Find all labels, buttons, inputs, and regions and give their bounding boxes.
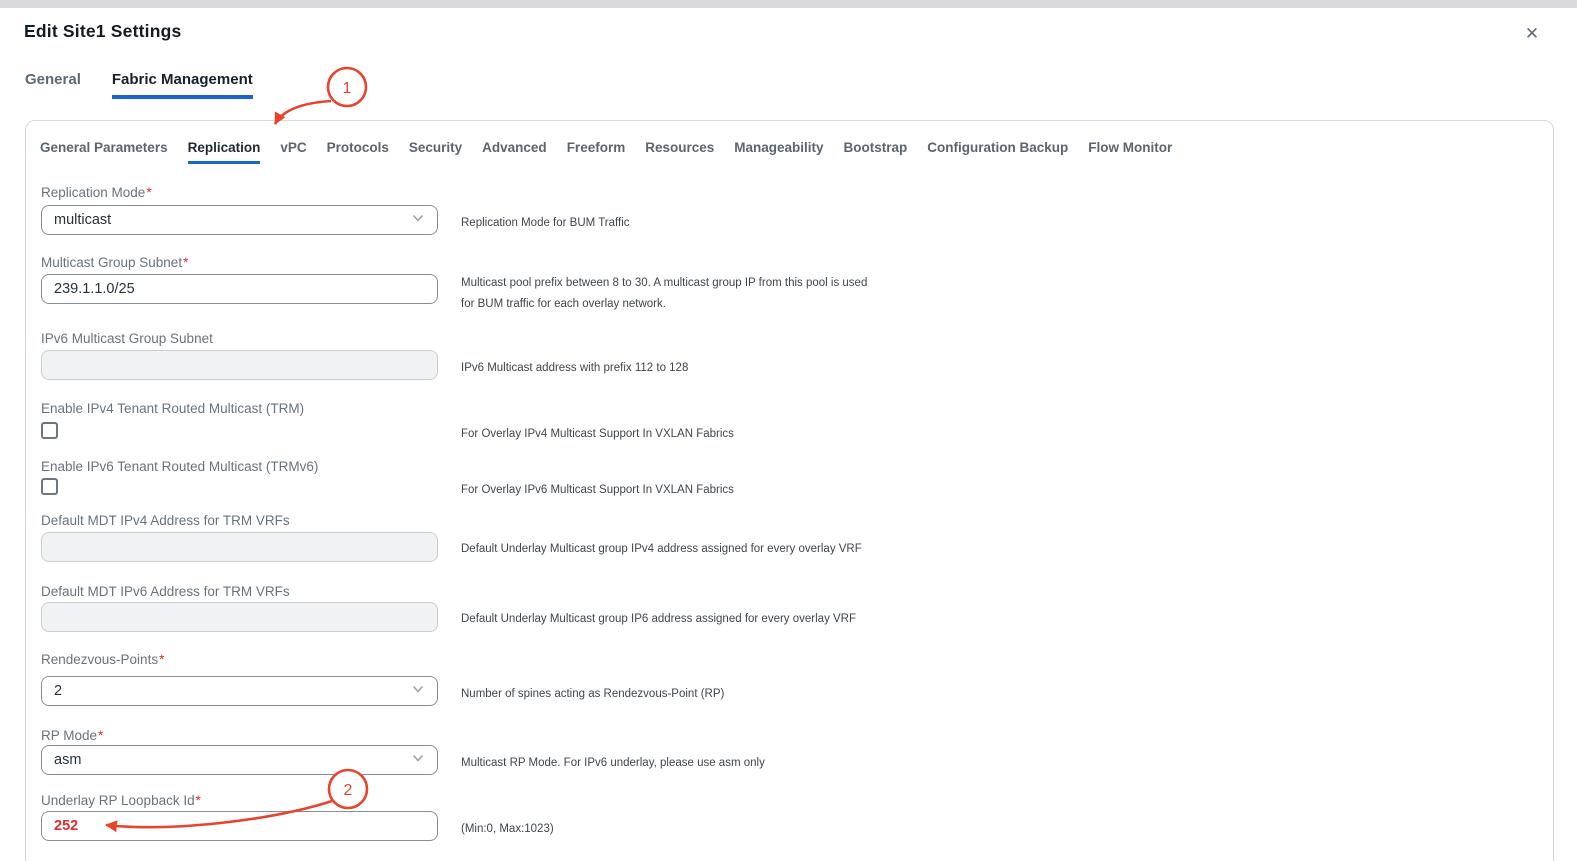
subtab-freeform[interactable]: Freeform	[567, 140, 626, 164]
rp-mode-value: asm	[54, 752, 81, 768]
default-mdt-ipv4-help: Default Underlay Multicast group IPv4 ad…	[461, 539, 891, 560]
ipv6-multicast-group-subnet-help: IPv6 Multicast address with prefix 112 t…	[461, 358, 891, 379]
subtab-configuration-backup[interactable]: Configuration Backup	[927, 140, 1068, 164]
underlay-rp-loopback-id-input[interactable]	[41, 811, 438, 841]
enable-ipv6-trm-checkbox[interactable]	[41, 478, 58, 495]
replication-mode-value: multicast	[54, 212, 111, 228]
subtab-flow-monitor[interactable]: Flow Monitor	[1088, 140, 1172, 164]
chevron-down-icon	[411, 751, 425, 770]
default-mdt-ipv6-help: Default Underlay Multicast group IP6 add…	[461, 609, 891, 630]
subtab-manageability[interactable]: Manageability	[734, 140, 823, 164]
replication-mode-help: Replication Mode for BUM Traffic	[461, 213, 891, 234]
enable-ipv4-trm-help: For Overlay IPv4 Multicast Support In VX…	[461, 424, 891, 445]
subtab-protocols[interactable]: Protocols	[327, 140, 389, 164]
underlay-rp-loopback-id-label: Underlay RP Loopback Id*	[41, 793, 201, 808]
rendezvous-points-select[interactable]: 2	[41, 676, 438, 706]
subtab-bootstrap[interactable]: Bootstrap	[844, 140, 908, 164]
enable-ipv6-trm-label: Enable IPv6 Tenant Routed Multicast (TRM…	[41, 459, 319, 474]
fabric-settings-panel: General Parameters Replication vPC Proto…	[25, 120, 1554, 861]
underlay-rp-loopback-id-help: (Min:0, Max:1023)	[461, 819, 891, 840]
subtab-replication[interactable]: Replication	[188, 140, 261, 164]
background-top-strip	[0, 0, 1577, 8]
rendezvous-points-value: 2	[54, 683, 62, 699]
default-mdt-ipv6-input[interactable]	[41, 602, 438, 632]
main-tabs: General Fabric Management	[25, 71, 253, 99]
enable-ipv4-trm-checkbox[interactable]	[41, 422, 58, 439]
default-mdt-ipv6-label: Default MDT IPv6 Address for TRM VRFs	[41, 584, 291, 599]
enable-ipv6-trm-help: For Overlay IPv6 Multicast Support In VX…	[461, 480, 891, 501]
subtab-security[interactable]: Security	[409, 140, 462, 164]
default-mdt-ipv4-label: Default MDT IPv4 Address for TRM VRFs	[41, 513, 291, 528]
chevron-down-icon	[411, 682, 425, 701]
subtab-general-parameters[interactable]: General Parameters	[40, 140, 168, 164]
annotation-number-1: 1	[343, 80, 352, 97]
subtab-advanced[interactable]: Advanced	[482, 140, 547, 164]
replication-mode-select[interactable]: multicast	[41, 205, 438, 235]
chevron-down-icon	[411, 211, 425, 230]
subtab-vpc[interactable]: vPC	[280, 140, 306, 164]
ipv6-multicast-group-subnet-label: IPv6 Multicast Group Subnet	[41, 331, 214, 346]
rp-mode-select[interactable]: asm	[41, 745, 438, 775]
modal-title: Edit Site1 Settings	[24, 21, 181, 42]
rp-mode-label: RP Mode*	[41, 728, 103, 743]
annotation-circle-1	[328, 68, 366, 106]
enable-ipv4-trm-label: Enable IPv4 Tenant Routed Multicast (TRM…	[41, 401, 305, 416]
default-mdt-ipv4-input[interactable]	[41, 532, 438, 562]
tab-fabric-management[interactable]: Fabric Management	[112, 71, 253, 99]
tab-general[interactable]: General	[25, 71, 81, 99]
close-icon[interactable]: ✕	[1518, 20, 1546, 48]
rendezvous-points-label: Rendezvous-Points*	[41, 652, 164, 667]
fabric-subtabs: General Parameters Replication vPC Proto…	[40, 140, 1172, 164]
rp-mode-help: Multicast RP Mode. For IPv6 underlay, pl…	[461, 753, 891, 774]
ipv6-multicast-group-subnet-input[interactable]	[41, 350, 438, 380]
edit-site-settings-modal: Edit Site1 Settings ✕ General Fabric Man…	[0, 0, 1577, 861]
subtab-resources[interactable]: Resources	[645, 140, 714, 164]
replication-mode-label: Replication Mode*	[41, 185, 152, 200]
multicast-group-subnet-help: Multicast pool prefix between 8 to 30. A…	[461, 273, 881, 315]
multicast-group-subnet-input[interactable]	[41, 274, 438, 304]
multicast-group-subnet-label: Multicast Group Subnet*	[41, 255, 188, 270]
rendezvous-points-help: Number of spines acting as Rendezvous-Po…	[461, 684, 891, 705]
